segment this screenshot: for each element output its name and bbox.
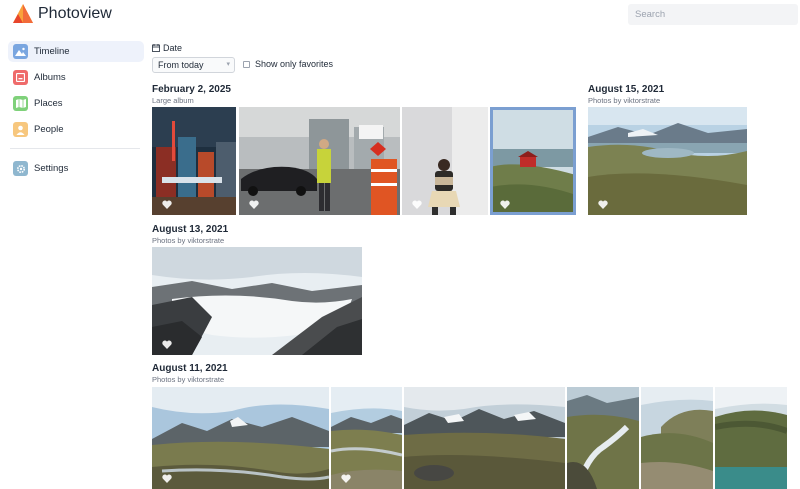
calendar-icon [152, 44, 160, 52]
sidebar-item-settings[interactable]: Settings [8, 158, 144, 179]
heart-icon[interactable] [598, 200, 608, 209]
photo-image [152, 387, 329, 489]
checkbox-box[interactable] [243, 60, 250, 68]
heart-icon[interactable] [162, 340, 172, 349]
photo-image [567, 387, 639, 489]
group-date: February 2, 2025 [152, 84, 231, 95]
photo-image [404, 387, 565, 489]
group-date: August 13, 2021 [152, 224, 229, 235]
group-album-link[interactable]: Large album [152, 96, 194, 105]
photo-image [588, 107, 747, 215]
group-album-link[interactable]: Photos by viktorstrate [152, 236, 224, 245]
chevron-down-icon: ▾ [226, 61, 230, 68]
sidebar-item-label: Timeline [34, 46, 70, 57]
sidebar-item-albums[interactable]: Albums [8, 67, 144, 88]
photo-thumbnail[interactable] [404, 387, 565, 489]
photo-thumbnail[interactable] [567, 387, 639, 489]
photo-thumbnail[interactable] [331, 387, 402, 489]
timeline-icon [13, 44, 28, 59]
photo-thumbnail[interactable] [152, 247, 362, 355]
date-select-value: From today [158, 60, 204, 70]
heart-icon[interactable] [341, 474, 351, 483]
group-album-link[interactable]: Photos by viktorstrate [588, 96, 660, 105]
photo-image [641, 387, 713, 489]
albums-icon [13, 70, 28, 85]
settings-icon [13, 161, 28, 176]
sidebar-item-label: People [34, 124, 64, 135]
photo-thumbnail[interactable] [588, 107, 747, 215]
sidebar-item-timeline[interactable]: Timeline [8, 41, 144, 62]
photo-thumbnail[interactable] [152, 107, 236, 215]
date-select[interactable]: From today ▾ [152, 57, 235, 73]
photoview-logo[interactable] [12, 3, 34, 25]
date-filter-label: Date [152, 43, 182, 53]
photo-image [715, 387, 787, 489]
photo-thumbnail-selected[interactable] [490, 107, 576, 215]
top-bar: Photoview [0, 0, 800, 30]
photo-image [152, 247, 362, 355]
places-icon [13, 96, 28, 111]
photo-thumbnail[interactable] [402, 107, 488, 215]
photo-thumbnail[interactable] [239, 107, 400, 215]
date-label-text: Date [163, 43, 183, 53]
sidebar-item-people[interactable]: People [8, 119, 144, 140]
photo-image [239, 107, 400, 215]
heart-icon[interactable] [162, 474, 172, 483]
heart-icon[interactable] [162, 200, 172, 209]
group-album-link[interactable]: Photos by viktorstrate [152, 375, 224, 384]
sidebar-item-places[interactable]: Places [8, 93, 144, 114]
heart-icon[interactable] [500, 200, 510, 209]
photo-image [490, 107, 576, 215]
group-date: August 15, 2021 [588, 84, 665, 95]
sidebar-item-label: Places [34, 98, 63, 109]
photo-image [402, 107, 488, 215]
favorites-checkbox[interactable]: Show only favorites [243, 59, 333, 69]
group-date: August 11, 2021 [152, 363, 228, 374]
search-input[interactable] [628, 4, 798, 25]
sidebar-item-label: Albums [34, 72, 66, 83]
favorites-label: Show only favorites [255, 59, 334, 69]
sidebar-divider [10, 148, 140, 149]
sidebar-item-label: Settings [34, 163, 69, 174]
photo-image [152, 107, 236, 215]
photo-thumbnail[interactable] [715, 387, 787, 489]
photo-thumbnail[interactable] [152, 387, 329, 489]
heart-icon[interactable] [412, 200, 422, 209]
heart-icon[interactable] [249, 200, 259, 209]
photo-thumbnail[interactable] [641, 387, 713, 489]
app-title: Photoview [38, 5, 112, 22]
people-icon [13, 122, 28, 137]
